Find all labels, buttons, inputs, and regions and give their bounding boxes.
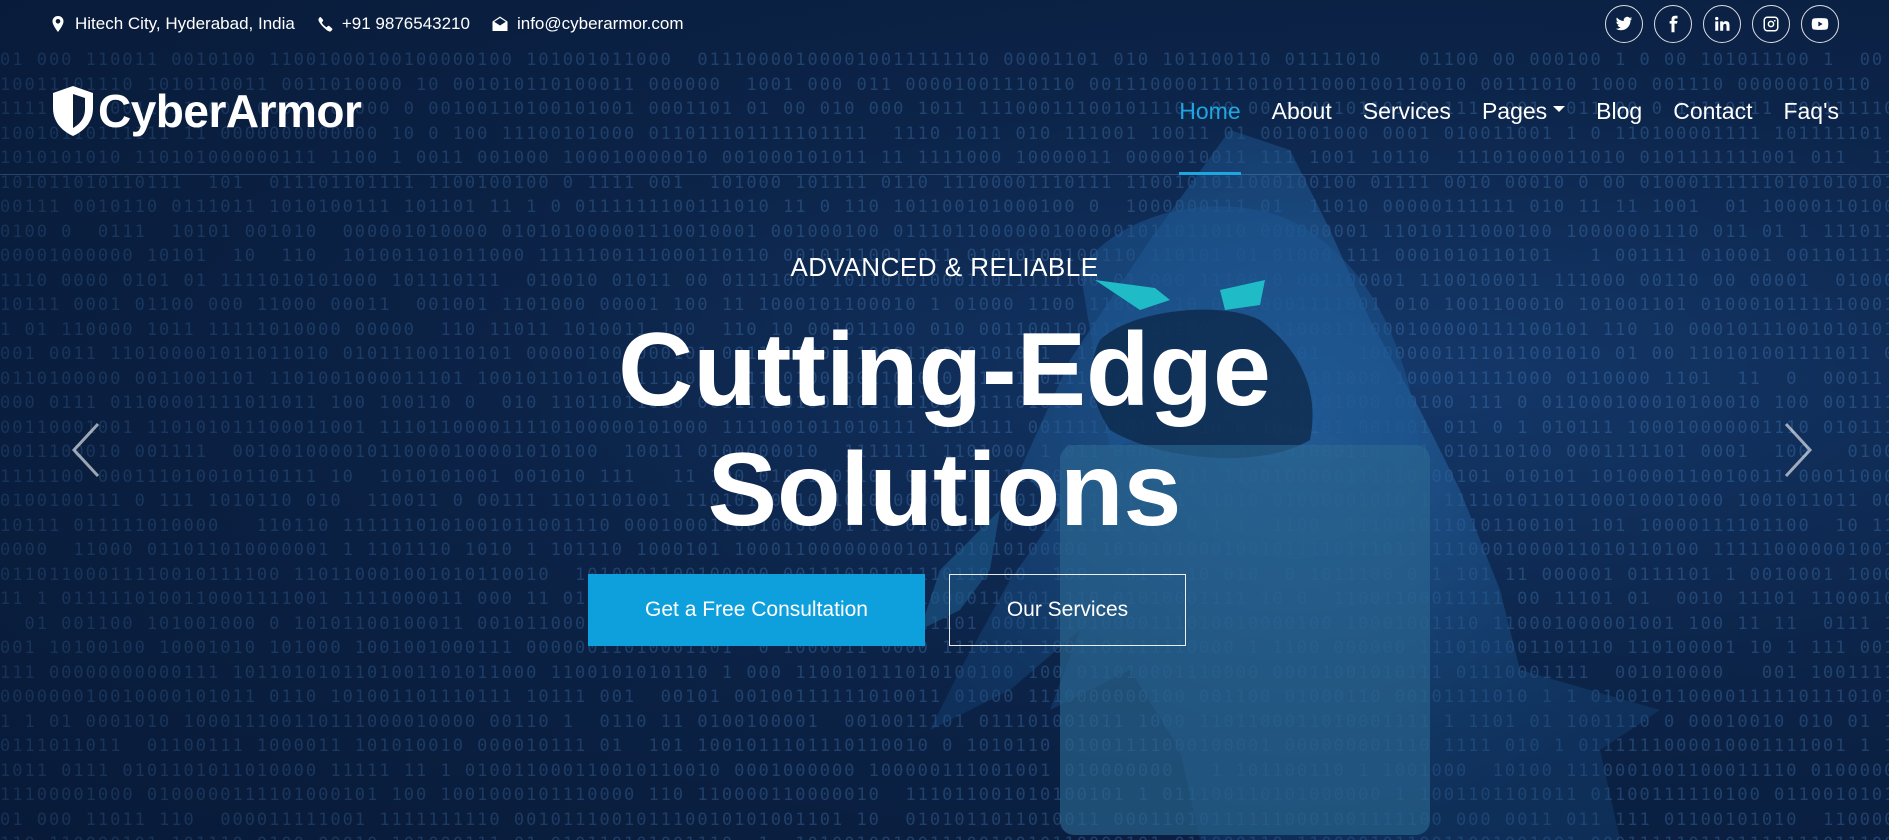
nav-item-pages-label: Pages [1481,97,1548,124]
envelope-open-icon [492,16,508,31]
hero-headline-line2: Solutions [707,432,1182,548]
instagram-link[interactable] [1752,5,1790,43]
caret-down-icon [1553,106,1566,112]
hero-headline: Cutting-Edge Solutions [0,310,1889,550]
our-services-button[interactable]: Our Services [949,574,1186,646]
phone-icon [318,17,333,32]
youtube-icon [1811,18,1829,30]
shield-icon [53,86,93,136]
nav-item-blog[interactable]: Blog [1596,48,1642,175]
instagram-icon [1763,16,1779,32]
free-consultation-button[interactable]: Get a Free Consultation [588,574,925,646]
facebook-icon [1669,15,1678,33]
nav-item-home[interactable]: Home [1179,48,1241,175]
phone-text: +91 9876543210 [341,14,470,33]
phone-item[interactable]: +91 9876543210 [317,14,470,34]
linkedin-link[interactable] [1703,5,1741,43]
address-item: Hitech City, Hyderabad, India [50,14,295,34]
top-bar: Hitech City, Hyderabad, India +91 987654… [0,0,1889,48]
map-pin-icon [52,16,64,32]
social-links [1605,5,1839,43]
facebook-link[interactable] [1654,5,1692,43]
linkedin-icon [1715,16,1730,31]
nav-item-contact[interactable]: Contact [1673,48,1752,175]
hero-kicker: ADVANCED & RELIABLE [790,252,1099,282]
nav-item-pages[interactable]: Pages [1481,48,1566,175]
contact-info: Hitech City, Hyderabad, India +91 987654… [50,14,684,34]
nav-item-services[interactable]: Services [1363,48,1451,175]
nav-menu: Home About Services Pages Blog Contact F… [1179,48,1839,175]
email-text: info@cyberarmor.com [516,14,684,33]
nav-item-faqs[interactable]: Faq's [1783,48,1839,175]
nav-item-about[interactable]: About [1272,48,1332,175]
main-navbar: CyberArmor Home About Services Pages Blo… [0,48,1889,175]
youtube-link[interactable] [1801,5,1839,43]
address-text: Hitech City, Hyderabad, India [75,14,295,33]
twitter-icon [1615,16,1633,31]
twitter-link[interactable] [1605,5,1643,43]
hero-headline-line1: Cutting-Edge [618,312,1271,428]
hero-cta-group: Get a Free Consultation Our Services [0,574,1889,646]
brand-name: CyberArmor [98,85,362,137]
email-item[interactable]: info@cyberarmor.com [492,14,684,34]
brand-logo[interactable]: CyberArmor [50,84,362,138]
